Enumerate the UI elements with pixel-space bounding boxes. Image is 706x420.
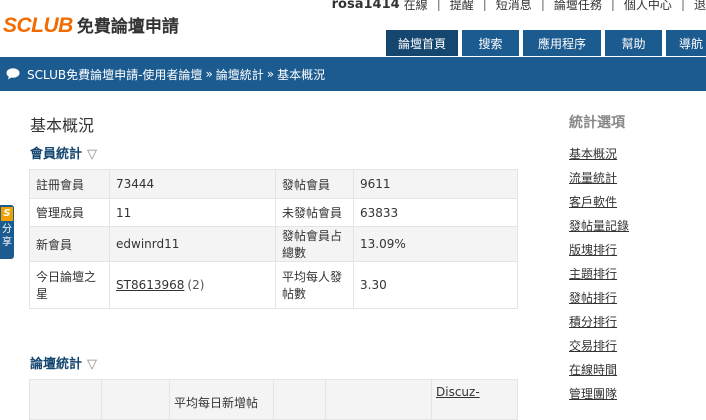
breadcrumb-current: 基本概況 (277, 67, 326, 82)
breadcrumb-separator: » (266, 67, 275, 81)
cell-label: 今日論壇之星 (29, 261, 110, 309)
cell-label: 註冊會員 (29, 169, 110, 199)
logo-brand: SCLUB (3, 14, 73, 37)
sidebar-item-board-ranking[interactable]: 版塊排行 (569, 238, 699, 262)
breadcrumb: SCLUB免費論壇申請-使用者論壇 » 論壇統計 » 基本概況 (0, 57, 706, 91)
cell-label: 未發帖會員 (275, 198, 354, 227)
forum-stats-title[interactable]: 論壇統計 ▽ (30, 353, 97, 372)
separator: | (482, 0, 487, 11)
separator: | (680, 0, 685, 11)
tab-navigation[interactable]: 導航 (666, 30, 706, 56)
cell-value: 73444 (109, 169, 276, 199)
table-cell (273, 379, 326, 420)
chat-bubble-icon (6, 68, 20, 80)
breadcrumb-separator: » (205, 67, 213, 81)
cell-value: 13.09% (353, 226, 518, 262)
tab-search[interactable]: 搜索 (462, 30, 519, 56)
tab-help[interactable]: 幫助 (605, 30, 662, 56)
member-stats-label: 會員統計 (30, 147, 83, 162)
tab-apps[interactable]: 應用程序 (523, 30, 601, 56)
cell-value: 9611 (353, 169, 518, 199)
top-header: SCLUB 免費論壇申請 rosa1414 在線 | 提醒 | 短消息 | 論壇… (0, 0, 706, 37)
cell-label: 新會員 (29, 226, 110, 262)
sidebar-item-online-time[interactable]: 在線時間 (569, 358, 699, 382)
separator: | (436, 0, 441, 11)
stats-sidebar: 統計選項 基本概況 流量統計 客戶軟件 發帖量記錄 版塊排行 主題排行 發帖排行… (569, 112, 699, 406)
main-nav: 論壇首頁 搜索 應用程序 幫助 導航 (386, 30, 706, 56)
username-link[interactable]: rosa1414 (332, 0, 400, 12)
collapse-toggle-icon[interactable]: ▽ (87, 357, 97, 372)
cell-value: 11 (109, 198, 276, 227)
top-member-link[interactable]: ST8613968 (116, 278, 184, 292)
reminder-link[interactable]: 提醒 (450, 0, 474, 13)
cell-value: edwinrd11 (109, 226, 276, 262)
post-count: (2) (187, 278, 205, 292)
table-cell: 平均每日新增帖 (169, 379, 274, 420)
cell-value: ST8613968 (2) (109, 261, 276, 309)
collapse-toggle-icon[interactable]: ▽ (87, 147, 97, 162)
sidebar-item-clients[interactable]: 客戶軟件 (569, 190, 699, 214)
table-cell (325, 379, 432, 420)
sidebar-item-credit-ranking[interactable]: 積分排行 (569, 310, 699, 334)
sidebar-item-thread-ranking[interactable]: 主題排行 (569, 262, 699, 286)
online-status-link[interactable]: 在線 (404, 0, 428, 13)
sidebar-item-trade-ranking[interactable]: 交易排行 (569, 334, 699, 358)
member-stats-table: 註冊會員 73444 發帖會員 9611 管理成員 11 未發帖會員 63833… (29, 169, 518, 309)
messages-link[interactable]: 短消息 (496, 0, 532, 13)
sidebar-item-post-records[interactable]: 發帖量記錄 (569, 214, 699, 238)
site-logo[interactable]: SCLUB 免費論壇申請 (3, 12, 179, 37)
tab-forum-home[interactable]: 論壇首頁 (386, 30, 458, 56)
table-cell: Discuz- (431, 379, 518, 420)
table-cell (29, 379, 102, 420)
table-row: 管理成員 11 未發帖會員 63833 (29, 198, 518, 227)
user-center-link[interactable]: 個人中心 (624, 0, 672, 13)
cell-label: 發帖會員 (275, 169, 354, 199)
separator: | (540, 0, 545, 11)
cell-label: 發帖會員占總數 (275, 226, 354, 262)
breadcrumb-stats[interactable]: 論壇統計 (216, 66, 264, 83)
tasks-link[interactable]: 論壇任務 (554, 0, 602, 13)
cell-value: 3.30 (353, 261, 518, 309)
cell-value: 63833 (353, 198, 518, 227)
share-logo: S (1, 207, 13, 221)
cell-label: 平均每人發帖數 (275, 261, 354, 309)
sidebar-title: 統計選項 (569, 115, 625, 131)
separator: | (610, 0, 615, 11)
discuz-link[interactable]: Discuz- (436, 385, 480, 399)
share-float-button[interactable]: S 分 享 (0, 205, 14, 259)
breadcrumb-forum[interactable]: SCLUB免費論壇申請-使用者論壇 (27, 66, 202, 83)
cell-label: 管理成員 (29, 198, 110, 227)
sidebar-item-admin-team[interactable]: 管理團隊 (569, 382, 699, 406)
logout-link[interactable]: 退 (694, 0, 706, 13)
table-cell (101, 379, 170, 420)
logo-text: 免費論壇申請 (76, 17, 179, 37)
sidebar-item-poster-ranking[interactable]: 發帖排行 (569, 286, 699, 310)
page-title: 基本概況 (30, 116, 95, 135)
forum-stats-label: 論壇統計 (30, 357, 83, 372)
share-char: 享 (2, 237, 12, 248)
table-row: 註冊會員 73444 發帖會員 9611 (29, 169, 518, 199)
share-char: 分 (2, 224, 12, 235)
table-row: 今日論壇之星 ST8613968 (2) 平均每人發帖數 3.30 (29, 261, 518, 309)
member-stats-title[interactable]: 會員統計 ▽ (30, 143, 97, 162)
table-row: 平均每日新增帖 Discuz- (29, 379, 518, 420)
table-row: 新會員 edwinrd11 發帖會員占總數 13.09% (29, 226, 518, 262)
forum-stats-table: 平均每日新增帖 Discuz- (29, 379, 518, 420)
sidebar-item-overview[interactable]: 基本概況 (569, 142, 699, 166)
user-bar: rosa1414 在線 | 提醒 | 短消息 | 論壇任務 | 個人中心 | 退 (332, 0, 706, 12)
sidebar-item-traffic[interactable]: 流量統計 (569, 166, 699, 190)
